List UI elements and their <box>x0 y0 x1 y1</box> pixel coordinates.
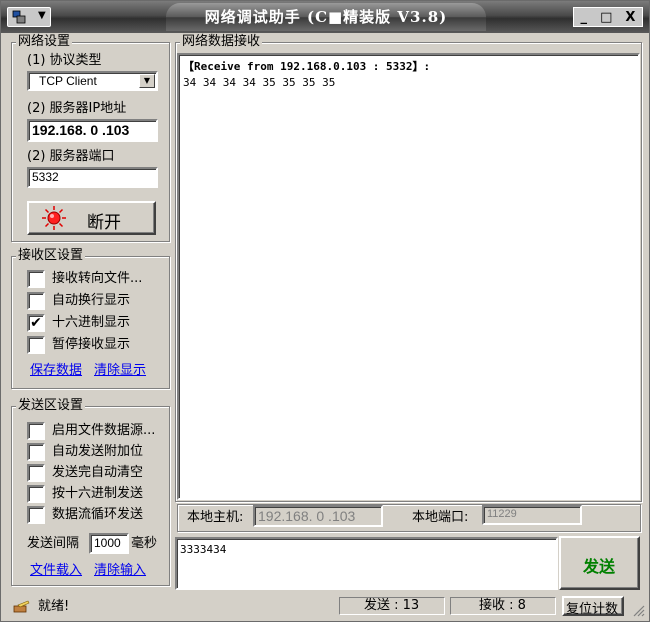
sent-count-panel: 发送 : 13 <box>339 597 445 615</box>
clear-input-link[interactable]: 清除输入 <box>94 563 146 579</box>
checkbox-send_settings-options-3[interactable] <box>27 485 45 503</box>
minimize-button[interactable]: _ <box>581 10 588 25</box>
reset-count-label: 复位计数 <box>566 602 619 617</box>
reset-count-button[interactable]: 复位计数 <box>562 596 624 617</box>
receive-data-area[interactable]: 【Receive from 192.168.0.103 : 5332】: 34 … <box>177 53 640 500</box>
checkbox-send_settings-options-2[interactable] <box>27 464 45 482</box>
connection-indicator-icon <box>42 206 66 230</box>
send-settings-title: 发送区设置 <box>16 398 86 414</box>
sent-count: 发送 : 13 <box>364 598 420 613</box>
local-port-input: 11229 <box>482 505 582 525</box>
checkbox-send_settings-options-1[interactable] <box>27 443 45 461</box>
recv-count: 接收 : 8 <box>479 598 526 613</box>
local-host-input: 192.168. 0 .103 <box>253 505 383 527</box>
checkmark-icon: ✔ <box>30 315 42 331</box>
send-input-value: 3333434 <box>180 543 227 556</box>
receive-data-line: 34 34 34 34 35 35 35 35 <box>183 76 336 89</box>
local-port-label: 本地端口: <box>412 510 469 525</box>
checkbox-label: 按十六进制发送 <box>52 486 144 501</box>
receive-data-title: 网络数据接收 <box>180 34 263 50</box>
server-port-label: (2) 服务器端口 <box>27 149 115 164</box>
load-file-link[interactable]: 文件载入 <box>30 563 82 579</box>
server-ip-value: 192.168. 0 .103 <box>32 122 130 138</box>
chevron-down-icon[interactable]: ▼ <box>139 74 155 88</box>
save-data-link[interactable]: 保存数据 <box>30 363 82 379</box>
send-interval-value: 1000 <box>94 536 121 550</box>
send-button[interactable]: 发送 <box>559 536 640 590</box>
checkbox-label: 启用文件数据源... <box>52 423 156 438</box>
server-port-input[interactable]: 5332 <box>27 167 158 188</box>
status-ready: 就绪! <box>38 599 70 614</box>
app-icon <box>12 10 26 24</box>
protocol-label: (1) 协议类型 <box>27 53 102 68</box>
maximize-button[interactable]: □ <box>600 10 612 25</box>
disconnect-button-label: 断开 <box>87 213 121 233</box>
close-button[interactable]: X <box>625 10 635 25</box>
local-port-value: 11229 <box>487 508 517 520</box>
receive-settings-title: 接收区设置 <box>16 248 86 264</box>
resize-grip-icon[interactable] <box>631 603 645 617</box>
receive-header-line: 【Receive from 192.168.0.103 : 5332】: <box>183 60 431 73</box>
checkbox-recv_settings-options-0[interactable] <box>27 270 45 288</box>
send-button-label: 发送 <box>583 557 616 576</box>
checkbox-recv_settings-options-1[interactable] <box>27 292 45 310</box>
server-port-value: 5332 <box>32 170 59 184</box>
local-host-value: 192.168. 0 .103 <box>258 508 356 524</box>
local-host-label: 本地主机: <box>187 510 244 525</box>
send-input-area[interactable]: 3333434 <box>175 537 558 590</box>
main-window: ▼ 网络调试助手 (C■精装版 V3.8) _ □ X 网络设置 (1) 协议类… <box>0 0 650 622</box>
checkbox-label: 自动发送附加位 <box>52 444 144 459</box>
protocol-value: TCP Client <box>39 74 97 88</box>
pencil-icon <box>13 600 30 613</box>
checkbox-send_settings-options-0[interactable] <box>27 422 45 440</box>
clear-display-link[interactable]: 清除显示 <box>94 363 146 379</box>
disconnect-button[interactable]: 断开 <box>27 201 156 235</box>
system-menu-button[interactable]: ▼ <box>7 7 51 27</box>
checkbox-send_settings-options-4[interactable] <box>27 506 45 524</box>
chevron-down-icon: ▼ <box>38 10 46 21</box>
server-ip-input[interactable]: 192.168. 0 .103 <box>27 119 158 142</box>
server-ip-label: (2) 服务器IP地址 <box>27 101 127 116</box>
checkbox-label: 发送完自动清空 <box>52 465 144 480</box>
checkbox-label: 暂停接收显示 <box>52 337 131 352</box>
send-interval-unit: 毫秒 <box>131 536 158 551</box>
window-title: 网络调试助手 (C■精装版 V3.8) <box>166 3 486 31</box>
protocol-select[interactable]: TCP Client ▼ <box>27 71 158 91</box>
send-interval-input[interactable]: 1000 <box>89 533 129 554</box>
recv-count-panel: 接收 : 8 <box>450 597 556 615</box>
checkbox-label: 数据流循环发送 <box>52 507 144 522</box>
checkbox-label: 十六进制显示 <box>52 315 131 330</box>
network-settings-title: 网络设置 <box>16 34 73 50</box>
title-bar: ▼ 网络调试助手 (C■精装版 V3.8) _ □ X <box>1 1 649 33</box>
checkbox-label: 接收转向文件... <box>52 271 143 286</box>
checkbox-label: 自动换行显示 <box>52 293 131 308</box>
checkbox-recv_settings-options-2[interactable]: ✔ <box>27 314 45 332</box>
checkbox-recv_settings-options-3[interactable] <box>27 336 45 354</box>
send-interval-label: 发送间隔 <box>27 536 80 551</box>
window-controls: _ □ X <box>573 7 643 27</box>
